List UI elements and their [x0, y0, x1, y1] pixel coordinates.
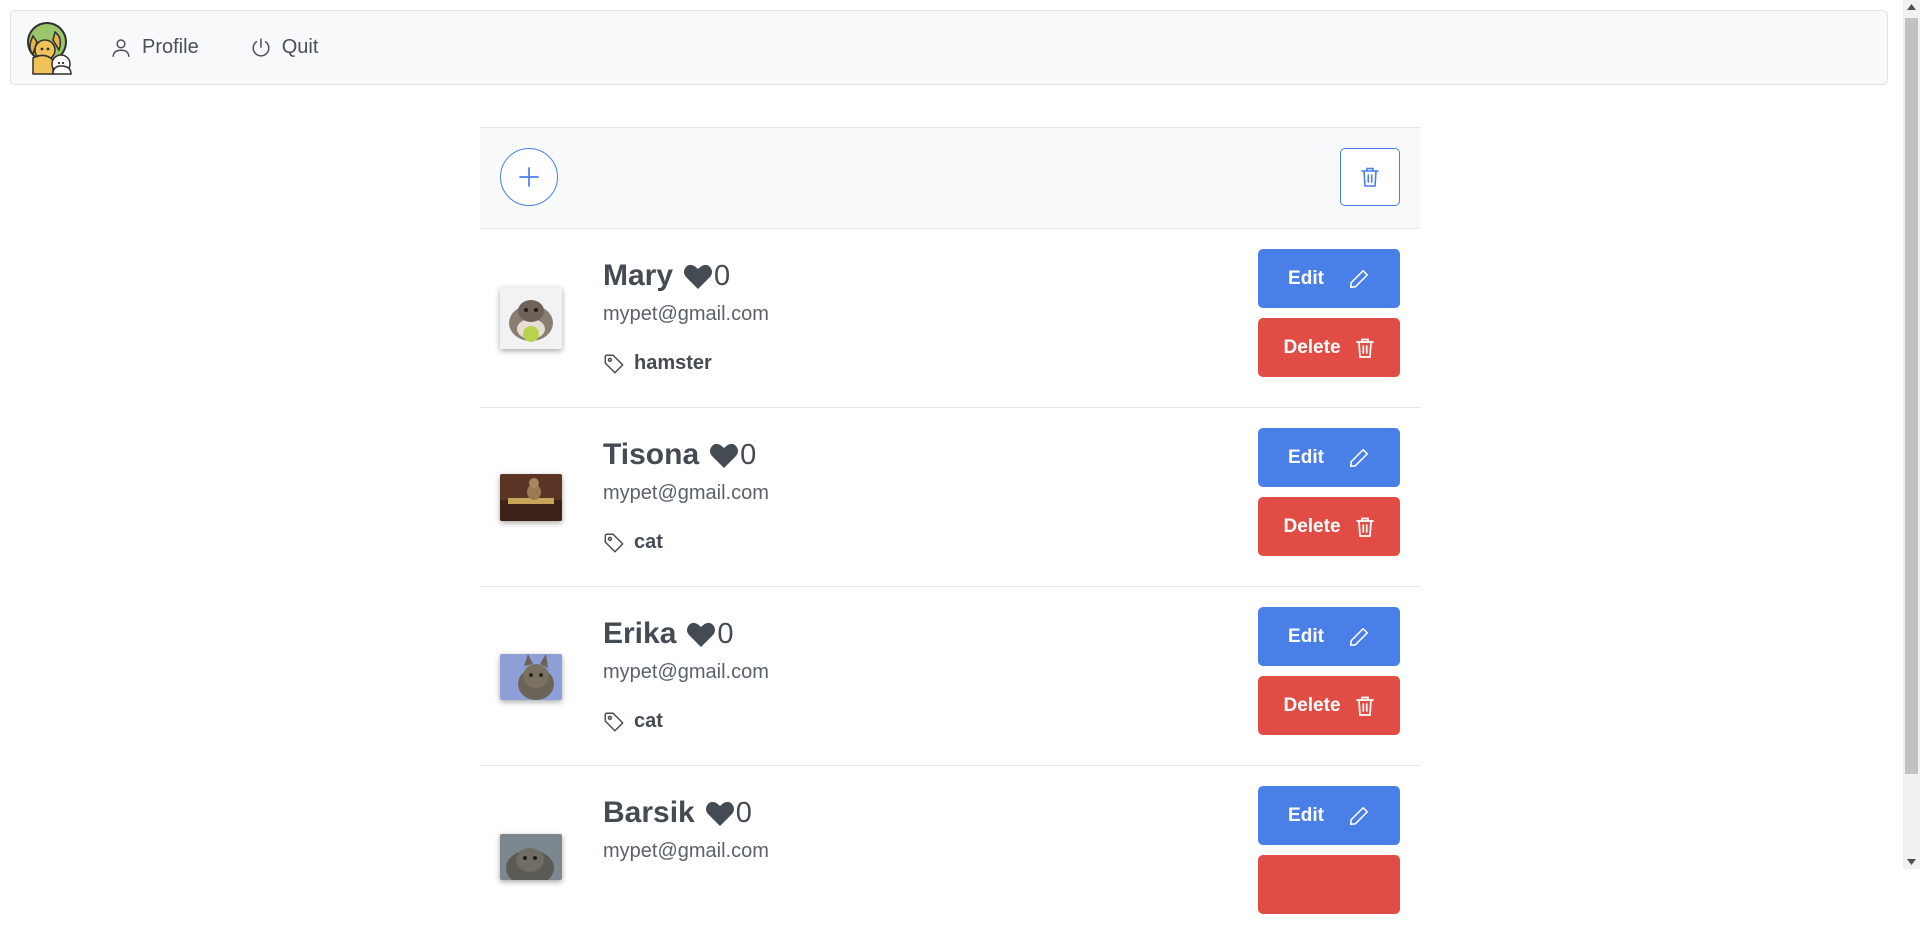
pet-email: mypet@gmail.com [603, 303, 769, 325]
edit-button[interactable]: Edit [1258, 249, 1400, 308]
pet-tag: cat [603, 710, 663, 733]
pet-list-item: Mary 0 mypet@gmail.com hamster Edit Dele… [480, 229, 1420, 408]
trash-icon [1355, 696, 1374, 716]
likes-count: 0 [735, 796, 752, 829]
navbar: Profile Quit [10, 10, 1888, 85]
pet-email: mypet@gmail.com [603, 661, 769, 683]
pet-email: mypet@gmail.com [603, 482, 769, 504]
add-pet-button[interactable] [500, 148, 558, 206]
pet-email: mypet@gmail.com [603, 840, 769, 862]
likes-count: 0 [717, 617, 734, 650]
pet-name-text: Mary [603, 259, 674, 292]
nav-profile-link[interactable]: Profile [110, 36, 199, 59]
pet-photo-hamster [500, 287, 562, 349]
scroll-down-arrow-icon[interactable] [1907, 859, 1916, 865]
heart-icon[interactable] [705, 800, 735, 827]
pet-name-text: Barsik [603, 796, 695, 829]
delete-label: Delete [1283, 515, 1341, 537]
delete-label: Delete [1283, 694, 1341, 716]
pet-list-item: Tisona 0 mypet@gmail.com cat Edit Delete [480, 408, 1420, 587]
edit-label: Edit [1288, 804, 1324, 826]
edit-label: Edit [1288, 625, 1324, 647]
pet-name-text: Erika [603, 617, 677, 650]
delete-label: Delete [1283, 336, 1341, 358]
pet-photo-cat [500, 834, 562, 880]
trash-icon [1361, 167, 1379, 187]
pet-name: Barsik 0 [603, 796, 752, 830]
bulk-delete-button[interactable] [1340, 148, 1400, 206]
edit-label: Edit [1288, 446, 1324, 468]
delete-button[interactable]: Delete [1258, 318, 1400, 377]
pencil-icon [1349, 269, 1368, 288]
edit-button[interactable]: Edit [1258, 607, 1400, 666]
pet-name: Mary 0 [603, 259, 730, 293]
edit-button[interactable]: Edit [1258, 428, 1400, 487]
pet-list-panel: Mary 0 mypet@gmail.com hamster Edit Dele… [480, 127, 1420, 944]
edit-label: Edit [1288, 267, 1324, 289]
tag-icon [604, 354, 624, 373]
nav-quit-label: Quit [281, 36, 319, 58]
list-toolbar [480, 127, 1420, 229]
pet-tag: cat [603, 531, 663, 554]
pet-list-item: Barsik 0 mypet@gmail.com Edit [480, 766, 1420, 944]
pet-tag: hamster [603, 352, 712, 375]
delete-button[interactable]: Delete [1258, 676, 1400, 735]
power-icon [252, 38, 270, 57]
edit-button[interactable]: Edit [1258, 786, 1400, 845]
pencil-icon [1349, 627, 1368, 646]
delete-button[interactable]: Delete [1258, 497, 1400, 556]
pet-name: Tisona 0 [603, 438, 756, 472]
trash-icon [1355, 338, 1374, 358]
trash-icon [1355, 517, 1374, 537]
tag-icon [604, 533, 624, 552]
heart-icon[interactable] [709, 442, 739, 469]
pet-name: Erika 0 [603, 617, 734, 651]
scroll-up-arrow-icon[interactable] [1907, 4, 1916, 10]
pencil-icon [1349, 448, 1368, 467]
nav-profile-label: Profile [142, 36, 199, 58]
tag-icon [604, 712, 624, 731]
vertical-scrollbar[interactable] [1903, 0, 1920, 869]
pet-photo-cat [500, 474, 562, 521]
user-icon [112, 38, 130, 57]
pencil-icon [1349, 806, 1368, 825]
pet-tag-label: cat [634, 531, 663, 553]
delete-button[interactable] [1258, 855, 1400, 914]
scrollbar-thumb[interactable] [1905, 18, 1918, 774]
pet-logo-icon[interactable] [19, 20, 75, 76]
pet-name-text: Tisona [603, 438, 700, 471]
nav-quit-link[interactable]: Quit [250, 36, 319, 59]
likes-count: 0 [714, 259, 731, 292]
pet-tag-label: cat [634, 710, 663, 732]
pet-tag-label: hamster [634, 352, 712, 374]
plus-icon [519, 167, 539, 187]
pet-photo-cat [500, 654, 562, 700]
pet-list-item: Erika 0 mypet@gmail.com cat Edit Delete [480, 587, 1420, 766]
heart-icon[interactable] [683, 263, 713, 290]
likes-count: 0 [740, 438, 757, 471]
heart-icon[interactable] [686, 621, 716, 648]
